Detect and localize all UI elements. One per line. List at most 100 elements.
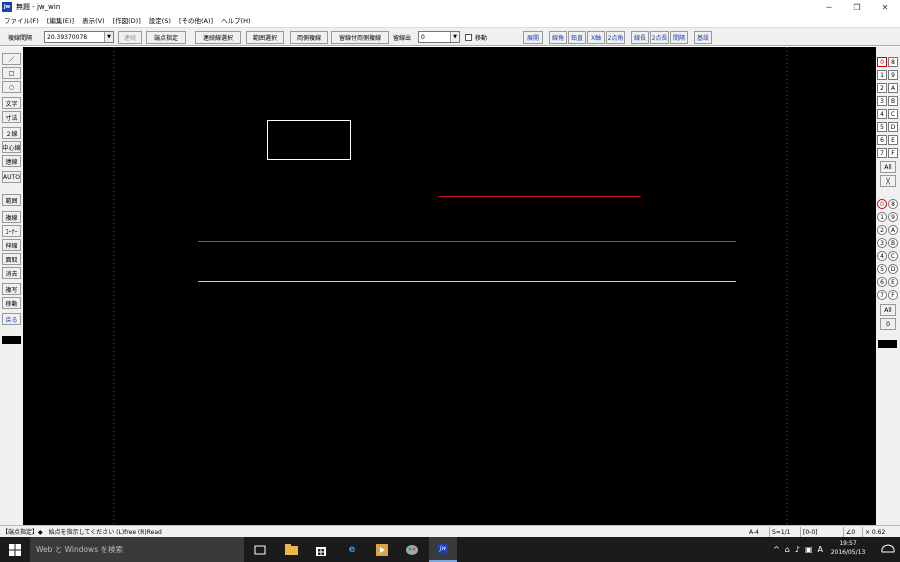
- interval-button[interactable]: 間隔: [670, 31, 688, 44]
- current-layer[interactable]: [0-0]: [800, 527, 819, 537]
- vertical-button[interactable]: 鉛直: [568, 31, 586, 44]
- tool-circle[interactable]: ○: [2, 81, 21, 93]
- task-view-icon[interactable]: [246, 537, 274, 562]
- layer-group-b[interactable]: B: [888, 96, 898, 106]
- tool-parallel-line[interactable]: 複線: [2, 211, 21, 223]
- move-checkbox[interactable]: [465, 34, 472, 41]
- line-length-button[interactable]: 線長: [631, 31, 649, 44]
- tool-double-line[interactable]: ２線: [2, 127, 21, 139]
- layer-group-0[interactable]: 0: [877, 57, 887, 67]
- restore-button[interactable]: ❐: [843, 0, 871, 14]
- tool-erase[interactable]: 消去: [2, 267, 21, 279]
- layer-9[interactable]: 9: [888, 212, 898, 222]
- layer-0[interactable]: 0: [877, 199, 887, 209]
- layer-group-4[interactable]: 4: [877, 109, 887, 119]
- layer-group-all-button[interactable]: All: [880, 161, 896, 173]
- line-thickness-indicator[interactable]: [2, 336, 21, 344]
- tool-center-line[interactable]: 中心線: [2, 141, 21, 153]
- menu-settings[interactable]: 設定(S): [149, 15, 171, 25]
- menu-draw[interactable]: [作図(D)]: [113, 15, 141, 25]
- endpoint-specify-button[interactable]: 端点指定: [146, 31, 186, 44]
- layer-group-f[interactable]: F: [888, 148, 898, 158]
- layer-group-3[interactable]: 3: [877, 96, 887, 106]
- layer-group-8[interactable]: 8: [888, 57, 898, 67]
- tool-chamfer[interactable]: 面取: [2, 253, 21, 265]
- layer-group-a[interactable]: A: [888, 83, 898, 93]
- x-axis-button[interactable]: X軸: [587, 31, 605, 44]
- layer-f[interactable]: F: [888, 290, 898, 300]
- tool-corner[interactable]: ｺｰﾅｰ: [2, 225, 21, 237]
- two-point-length-button[interactable]: 2点長: [650, 31, 669, 44]
- scale[interactable]: S=1/1: [769, 527, 793, 537]
- zoom-level[interactable]: × 0.62: [862, 527, 887, 537]
- network-icon[interactable]: ⌂: [785, 545, 790, 554]
- layer-4[interactable]: 4: [877, 251, 887, 261]
- edge-browser-icon[interactable]: e: [338, 537, 366, 562]
- tool-rectangle[interactable]: □: [2, 67, 21, 79]
- start-button[interactable]: [0, 537, 30, 562]
- tool-stretch[interactable]: 伸縮: [2, 239, 21, 251]
- menu-help[interactable]: ヘルプ(H): [221, 15, 250, 25]
- stop-line-out-combo[interactable]: 0 ▼: [418, 31, 460, 43]
- menu-edit[interactable]: [編集(E)]: [47, 15, 74, 25]
- taskbar-search-box[interactable]: Web と Windows を検索: [30, 537, 244, 562]
- base-setting-button[interactable]: 基設: [694, 31, 712, 44]
- action-center-message-icon[interactable]: ▣: [805, 545, 813, 554]
- tool-undo[interactable]: 戻る: [2, 313, 21, 325]
- two-point-angle-button[interactable]: 2点角: [606, 31, 625, 44]
- jw-win-taskbar-icon[interactable]: jw: [429, 537, 457, 562]
- menu-view[interactable]: 表示(V): [82, 15, 105, 25]
- layer-group-d[interactable]: D: [888, 122, 898, 132]
- taskbar-clock[interactable]: 19:57 2016/05/13: [828, 539, 868, 557]
- tool-connect-line[interactable]: 連線: [2, 155, 21, 167]
- chevron-up-icon[interactable]: ^: [773, 545, 780, 554]
- layer-group-e[interactable]: E: [888, 135, 898, 145]
- layer-a[interactable]: A: [888, 225, 898, 235]
- menu-other[interactable]: [その他(A)]: [179, 15, 213, 25]
- interval-combo[interactable]: 20.39370078 ▼: [44, 31, 114, 43]
- paint-app-icon[interactable]: [398, 537, 426, 562]
- ime-indicator[interactable]: A: [818, 545, 823, 554]
- tenkai-button[interactable]: 展開: [523, 31, 543, 44]
- chevron-down-icon[interactable]: ▼: [104, 32, 113, 42]
- layer-group-5[interactable]: 5: [877, 122, 887, 132]
- layer-group-x-button[interactable]: ╳: [880, 175, 896, 187]
- notification-icon[interactable]: [880, 542, 896, 557]
- line-thickness-indicator-right[interactable]: [878, 340, 897, 348]
- tool-auto[interactable]: AUTO: [2, 171, 21, 183]
- paper-size[interactable]: A-4: [747, 527, 761, 537]
- tool-text[interactable]: 文字: [2, 97, 21, 109]
- layer-d[interactable]: D: [888, 264, 898, 274]
- layer-group-6[interactable]: 6: [877, 135, 887, 145]
- angle[interactable]: ∠0: [843, 527, 857, 537]
- layer-6[interactable]: 6: [877, 277, 887, 287]
- media-player-icon[interactable]: [368, 537, 396, 562]
- line-angle-button[interactable]: 線角: [549, 31, 567, 44]
- continuous-line-select-button[interactable]: 連続線選択: [195, 31, 241, 44]
- file-explorer-icon[interactable]: [277, 537, 305, 562]
- minimize-button[interactable]: ─: [815, 0, 843, 14]
- tool-copy[interactable]: 複写: [2, 283, 21, 295]
- layer-group-9[interactable]: 9: [888, 70, 898, 80]
- tool-line[interactable]: ／: [2, 53, 21, 65]
- drawn-rectangle[interactable]: [267, 120, 351, 160]
- layer-3[interactable]: 3: [877, 238, 887, 248]
- store-icon[interactable]: [307, 537, 335, 562]
- drawing-canvas[interactable]: [23, 47, 876, 525]
- tool-range[interactable]: 範囲: [2, 194, 21, 206]
- chevron-down-icon[interactable]: ▼: [450, 32, 459, 42]
- volume-icon[interactable]: ♪: [795, 545, 800, 554]
- layer-group-2[interactable]: 2: [877, 83, 887, 93]
- layer-5[interactable]: 5: [877, 264, 887, 274]
- layer-group-1[interactable]: 1: [877, 70, 887, 80]
- layer-2[interactable]: 2: [877, 225, 887, 235]
- both-side-parallel-button[interactable]: 両側複線: [290, 31, 328, 44]
- layer-7[interactable]: 7: [877, 290, 887, 300]
- layer-group-7[interactable]: 7: [877, 148, 887, 158]
- layer-group-c[interactable]: C: [888, 109, 898, 119]
- menu-file[interactable]: ファイル(F): [4, 15, 39, 25]
- layer-c[interactable]: C: [888, 251, 898, 261]
- layer-1[interactable]: 1: [877, 212, 887, 222]
- close-button[interactable]: ✕: [871, 0, 899, 14]
- tool-dimension[interactable]: 寸法: [2, 111, 21, 123]
